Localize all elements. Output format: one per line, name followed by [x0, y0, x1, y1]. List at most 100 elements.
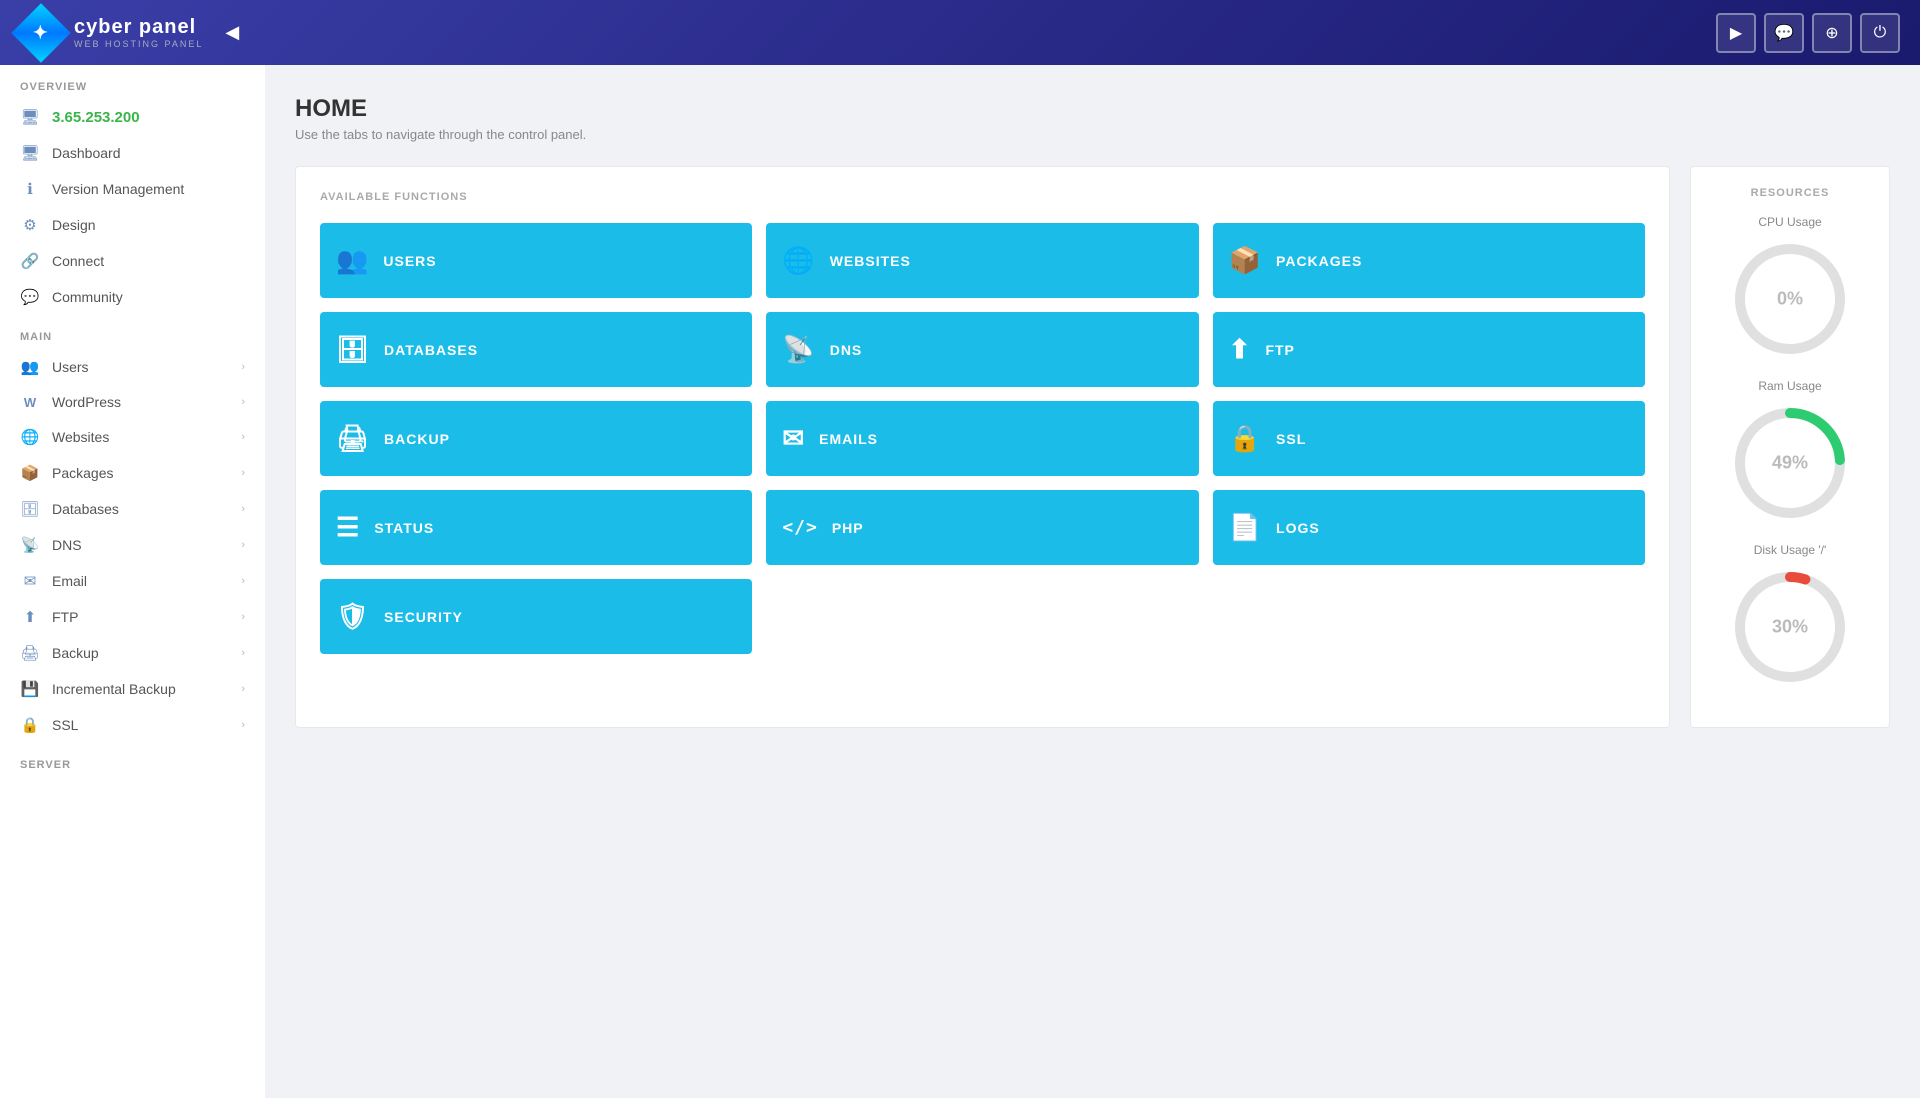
- users-arrow: ›: [241, 361, 245, 373]
- dns-fn-icon: 📡: [782, 334, 815, 365]
- sidebar-item-websites[interactable]: 🌐 Websites ›: [0, 419, 265, 455]
- main-content: HOME Use the tabs to navigate through th…: [265, 65, 1920, 1098]
- cpu-label: CPU Usage: [1707, 215, 1873, 229]
- disk-value: 30%: [1772, 617, 1808, 638]
- dashboard-label: Dashboard: [52, 145, 245, 161]
- sidebar-item-incremental-backup[interactable]: 💾 Incremental Backup ›: [0, 671, 265, 707]
- packages-label: Packages: [52, 465, 229, 481]
- ftp-arrow: ›: [241, 611, 245, 623]
- btn-emails[interactable]: ✉ EMAILS: [766, 401, 1198, 476]
- logo-icon: ✦: [33, 22, 48, 43]
- ftp-label: FTP: [52, 609, 229, 625]
- btn-backup-label: BACKUP: [384, 431, 450, 447]
- websites-fn-icon: 🌐: [782, 245, 815, 276]
- emails-fn-icon: ✉: [782, 423, 805, 454]
- websites-icon: 🌐: [20, 428, 40, 446]
- databases-arrow: ›: [241, 503, 245, 515]
- community-label: Community: [52, 289, 245, 305]
- btn-ssl[interactable]: 🔒 SSL: [1213, 401, 1645, 476]
- sidebar-item-connect[interactable]: 🔗 Connect: [0, 243, 265, 279]
- backup-label: Backup: [52, 645, 229, 661]
- community-icon: 💬: [20, 288, 40, 306]
- sidebar-item-ftp[interactable]: ⬆ FTP ›: [0, 599, 265, 635]
- btn-backup[interactable]: 🖨 BACKUP: [320, 401, 752, 476]
- btn-users[interactable]: 👥 USERS: [320, 223, 752, 298]
- btn-websites[interactable]: 🌐 WEBSITES: [766, 223, 1198, 298]
- users-fn-icon: 👥: [336, 245, 369, 276]
- sidebar-item-backup[interactable]: 🖨 Backup ›: [0, 635, 265, 671]
- btn-php-label: PHP: [832, 520, 864, 536]
- btn-status-label: STATUS: [374, 520, 434, 536]
- disk-usage-item: Disk Usage '/' 30%: [1707, 543, 1873, 687]
- functions-panel: AVAILABLE FUNCTIONS 👥 USERS 🌐 WEBSITES 📦…: [295, 166, 1670, 728]
- btn-ftp[interactable]: ⬆ FTP: [1213, 312, 1645, 387]
- sidebar-item-databases[interactable]: 🗄 Databases ›: [0, 491, 265, 527]
- topnav: ✦ cyber panel WEB HOSTING PANEL ◀ ▶ 💬 ⊕ …: [0, 0, 1920, 65]
- btn-status[interactable]: ☰ STATUS: [320, 490, 752, 565]
- sidebar-item-ip[interactable]: 🖥 3.65.253.200: [0, 99, 265, 135]
- functions-grid: 👥 USERS 🌐 WEBSITES 📦 PACKAGES 🗄 DATABASE…: [320, 223, 1645, 654]
- incremental-backup-icon: 💾: [20, 680, 40, 698]
- sidebar-item-users[interactable]: 👥 Users ›: [0, 349, 265, 385]
- btn-logs[interactable]: 📄 LOGS: [1213, 490, 1645, 565]
- topnav-right: ▶ 💬 ⊕ ⏻: [1716, 13, 1900, 53]
- status-fn-icon: ☰: [336, 512, 360, 543]
- btn-security[interactable]: 🛡 SECURITY: [320, 579, 752, 654]
- email-arrow: ›: [241, 575, 245, 587]
- ram-value: 49%: [1772, 453, 1808, 474]
- sidebar-item-email[interactable]: ✉ Email ›: [0, 563, 265, 599]
- collapse-button[interactable]: ◀: [225, 22, 239, 43]
- design-icon: ⚙: [20, 216, 40, 234]
- sidebar-item-wordpress[interactable]: W WordPress ›: [0, 385, 265, 419]
- security-fn-icon: 🛡: [336, 601, 370, 632]
- sidebar-item-community[interactable]: 💬 Community: [0, 279, 265, 315]
- sidebar: OVERVIEW 🖥 3.65.253.200 🖥 Dashboard ℹ Ve…: [0, 65, 265, 1098]
- btn-ssl-label: SSL: [1276, 431, 1306, 447]
- sidebar-item-packages[interactable]: 📦 Packages ›: [0, 455, 265, 491]
- resources-panel: RESOURCES CPU Usage 0% Ram Usage: [1690, 166, 1890, 728]
- btn-packages[interactable]: 📦 PACKAGES: [1213, 223, 1645, 298]
- dashboard-icon: 🖥: [20, 144, 40, 162]
- btn-databases[interactable]: 🗄 DATABASES: [320, 312, 752, 387]
- wordpress-arrow: ›: [241, 396, 245, 408]
- ram-label: Ram Usage: [1707, 379, 1873, 393]
- websites-arrow: ›: [241, 431, 245, 443]
- email-label: Email: [52, 573, 229, 589]
- wordpress-icon: W: [20, 395, 40, 410]
- functions-title: AVAILABLE FUNCTIONS: [320, 191, 1645, 203]
- ftp-icon: ⬆: [20, 608, 40, 626]
- btn-ftp-label: FTP: [1265, 342, 1294, 358]
- sidebar-item-design[interactable]: ⚙ Design: [0, 207, 265, 243]
- btn-websites-label: WEBSITES: [830, 253, 911, 269]
- email-icon: ✉: [20, 572, 40, 590]
- backup-icon: 🖨: [20, 644, 40, 662]
- sidebar-item-dashboard[interactable]: 🖥 Dashboard: [0, 135, 265, 171]
- users-icon: 👥: [20, 358, 40, 376]
- support-icon-btn[interactable]: ⊕: [1812, 13, 1852, 53]
- wordpress-label: WordPress: [52, 394, 229, 410]
- btn-dns[interactable]: 📡 DNS: [766, 312, 1198, 387]
- databases-fn-icon: 🗄: [336, 334, 370, 365]
- ftp-fn-icon: ⬆: [1229, 334, 1252, 365]
- btn-dns-label: DNS: [830, 342, 863, 358]
- sidebar-item-dns[interactable]: 📡 DNS ›: [0, 527, 265, 563]
- sidebar-item-ssl[interactable]: 🔒 SSL ›: [0, 707, 265, 743]
- power-icon-btn[interactable]: ⏻: [1860, 13, 1900, 53]
- logo-title: cyber panel: [74, 16, 203, 39]
- sidebar-item-version[interactable]: ℹ Version Management: [0, 171, 265, 207]
- btn-logs-label: LOGS: [1276, 520, 1320, 536]
- ssl-arrow: ›: [241, 719, 245, 731]
- logo-text: cyber panel WEB HOSTING PANEL: [74, 16, 203, 49]
- monitor-icon: 🖥: [20, 108, 40, 126]
- incremental-backup-arrow: ›: [241, 683, 245, 695]
- php-fn-icon: </>: [782, 517, 818, 538]
- btn-security-label: SECURITY: [384, 609, 463, 625]
- ssl-label: SSL: [52, 717, 229, 733]
- chat-icon-btn[interactable]: 💬: [1764, 13, 1804, 53]
- youtube-icon-btn[interactable]: ▶: [1716, 13, 1756, 53]
- packages-fn-icon: 📦: [1229, 245, 1262, 276]
- btn-databases-label: DATABASES: [384, 342, 478, 358]
- layout: OVERVIEW 🖥 3.65.253.200 🖥 Dashboard ℹ Ve…: [0, 65, 1920, 1098]
- btn-php[interactable]: </> PHP: [766, 490, 1198, 565]
- btn-emails-label: EMAILS: [819, 431, 878, 447]
